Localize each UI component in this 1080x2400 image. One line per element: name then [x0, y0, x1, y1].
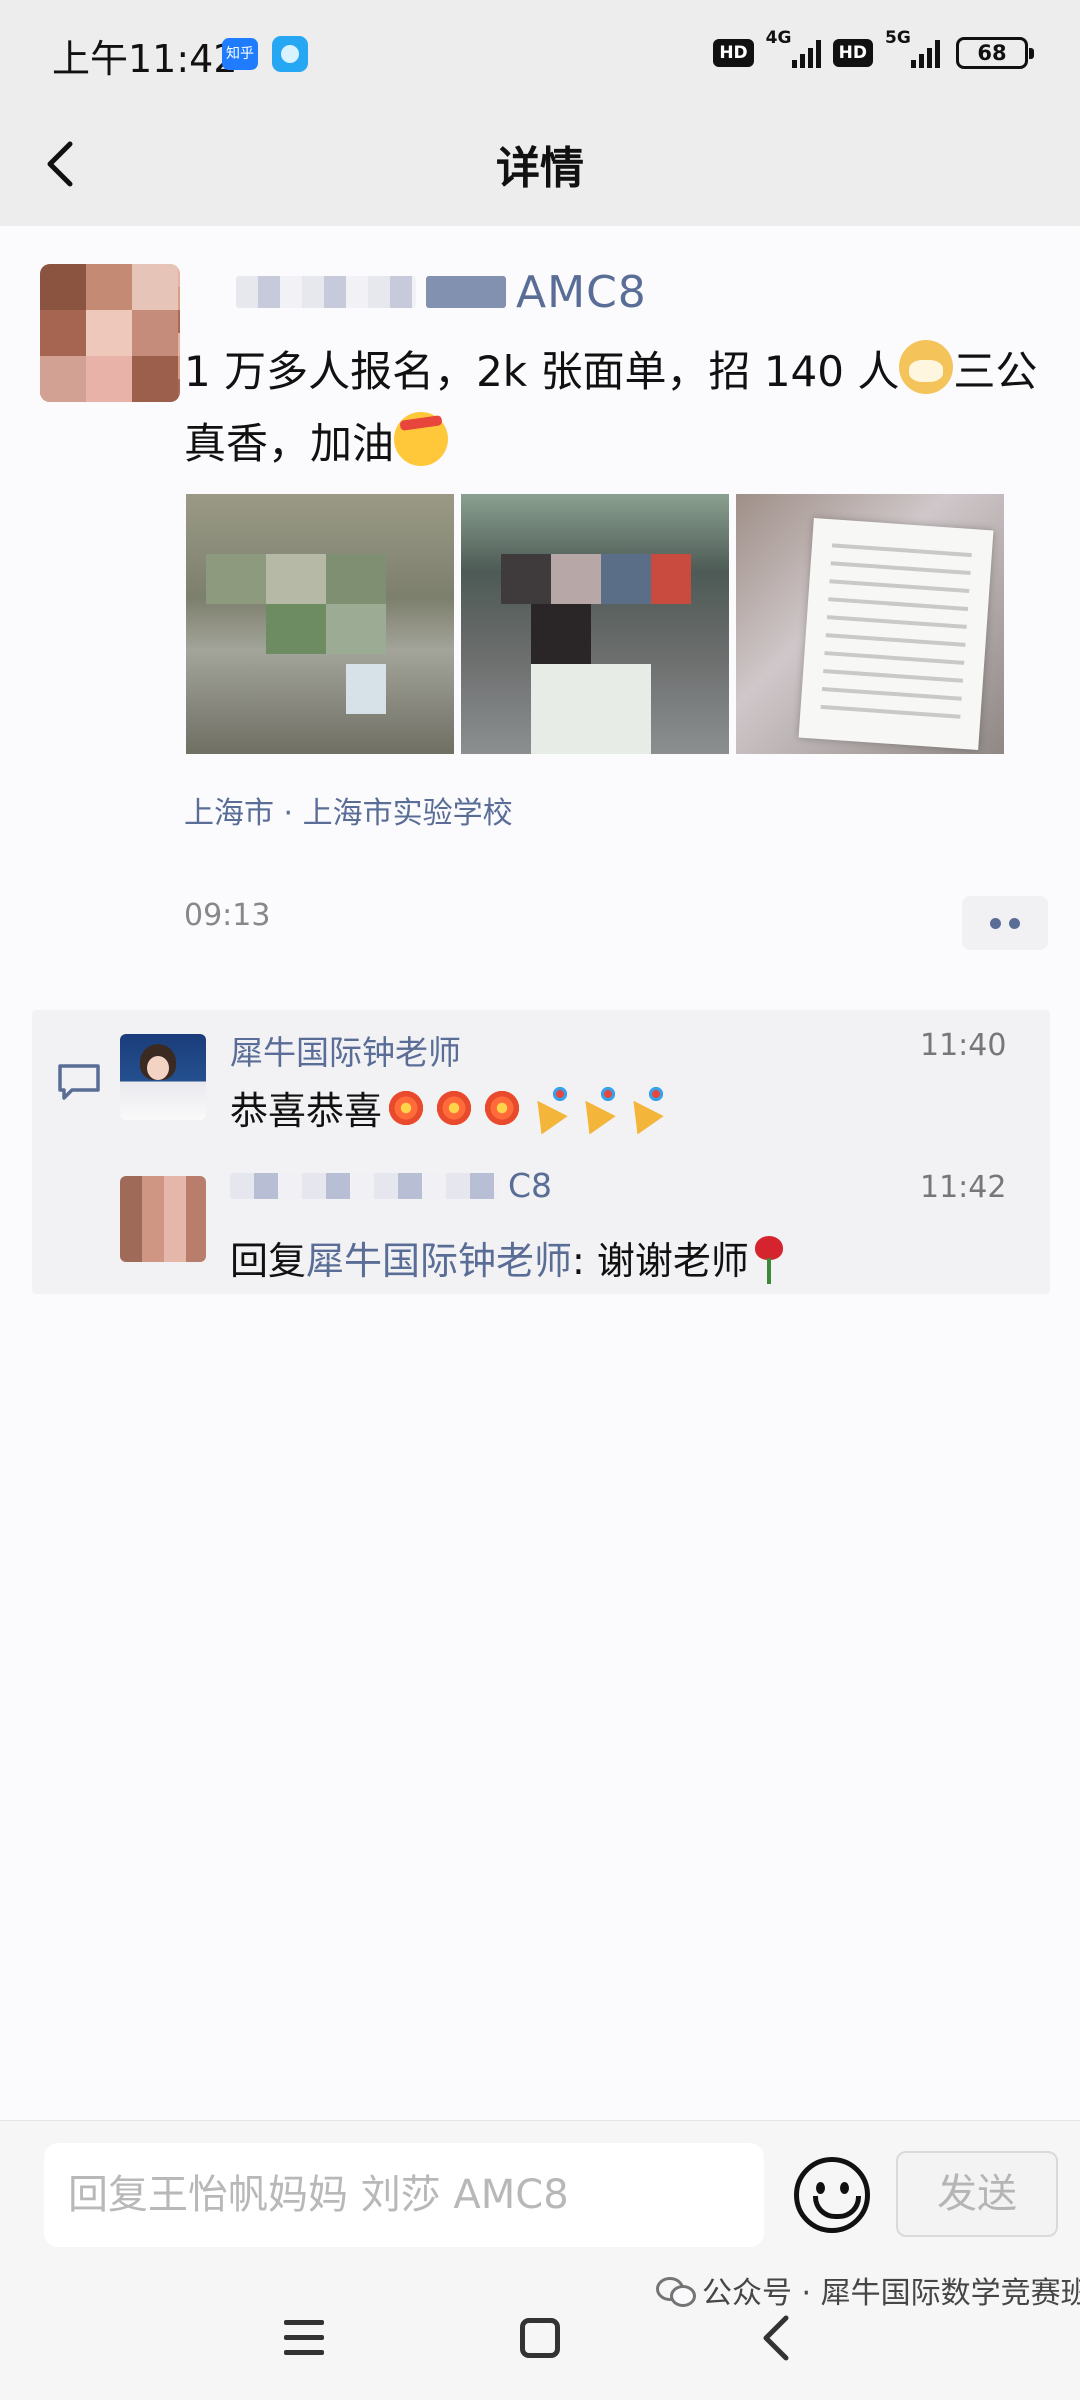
- party-popper-emoji-icon: [526, 1084, 574, 1132]
- post-photo-2[interactable]: [461, 494, 729, 754]
- comment-item[interactable]: 犀牛国际钟老师 11:40 恭喜恭喜: [32, 1010, 1050, 1150]
- reply-input[interactable]: [44, 2143, 764, 2247]
- watermark: 公众号 · 犀牛国际数学竞赛班: [656, 2268, 1080, 2312]
- post-time: 09:13: [184, 898, 271, 933]
- post-photo-3[interactable]: [736, 494, 1004, 754]
- fireworks-emoji-icon: [430, 1084, 478, 1132]
- zhihu-app-icon: 知乎: [222, 38, 258, 70]
- shushing-face-emoji-icon: [394, 412, 449, 466]
- document-paper: [798, 517, 994, 751]
- author-name[interactable]: AMC8: [236, 262, 647, 322]
- signal-icon-1: 4G: [766, 28, 821, 68]
- redacted-name: [230, 1172, 500, 1199]
- comment-text-body: 恭喜恭喜: [230, 1089, 383, 1133]
- network-type-2: 5G: [885, 28, 911, 48]
- rose-emoji-icon: [749, 1234, 789, 1284]
- dot-icon: [1009, 917, 1020, 929]
- comment-item[interactable]: C8 11:42 回复犀牛国际钟老师: 谢谢老师: [32, 1152, 1050, 1292]
- home-icon[interactable]: [520, 2318, 560, 2358]
- app-notification-icon: [272, 36, 308, 72]
- recent-apps-icon[interactable]: [284, 2320, 324, 2356]
- dot-icon: [990, 917, 1001, 929]
- reply-prefix: 回复: [230, 1239, 307, 1283]
- author-avatar[interactable]: [40, 264, 180, 402]
- network-type-1: 4G: [765, 28, 792, 48]
- comment-text-body: : 谢谢老师: [572, 1239, 749, 1283]
- nav-back-icon[interactable]: [758, 2314, 798, 2362]
- send-button[interactable]: 发送: [896, 2151, 1058, 2237]
- battery-icon: 68: [956, 37, 1034, 69]
- author-name-suffix: AMC8: [516, 266, 647, 318]
- commenter-avatar[interactable]: [120, 1176, 206, 1262]
- reply-bar: 发送: [0, 2120, 1080, 2286]
- page-header: 详情: [0, 106, 1080, 226]
- redacted-name-2: [426, 276, 506, 308]
- commenter-name-suffix: C8: [508, 1166, 553, 1205]
- commenter-avatar[interactable]: [120, 1034, 206, 1120]
- hd-badge-1: HD: [713, 39, 754, 67]
- post-photos: [186, 494, 1004, 754]
- doge-emoji-icon: [899, 340, 954, 394]
- status-indicators: HD 4G HD 5G 68: [713, 28, 1034, 76]
- comment-time: 11:42: [920, 1170, 1007, 1205]
- watermark-text: 公众号 · 犀牛国际数学竞赛班: [702, 2276, 1080, 2311]
- wechat-icon: [656, 2275, 696, 2307]
- comment-time: 11:40: [920, 1028, 1007, 1063]
- fireworks-emoji-icon: [382, 1084, 430, 1132]
- commenter-name[interactable]: 犀牛国际钟老师: [230, 1026, 461, 1074]
- signal-icon-2: 5G: [885, 28, 940, 68]
- hd-badge-2: HD: [832, 39, 873, 67]
- status-time: 上午11:42: [52, 37, 238, 81]
- more-actions-button[interactable]: [962, 896, 1048, 950]
- post-text-part1: 1 万多人报名，2k 张面单，招 140 人: [184, 347, 900, 396]
- comment-text: 回复犀牛国际钟老师: 谢谢老师: [230, 1230, 789, 1285]
- fireworks-emoji-icon: [478, 1084, 526, 1132]
- comment-text: 恭喜恭喜: [230, 1080, 670, 1135]
- comments-section: 犀牛国际钟老师 11:40 恭喜恭喜 C8 11:42 回复犀牛国际钟老师: 谢…: [32, 1010, 1050, 1294]
- party-popper-emoji-icon: [622, 1084, 670, 1132]
- status-bar: 上午11:42 知乎 HD 4G HD 5G 68: [0, 0, 1080, 106]
- reply-target-link[interactable]: 犀牛国际钟老师: [306, 1239, 572, 1283]
- post-text: 1 万多人报名，2k 张面单，招 140 人三公真香，加油: [184, 336, 1044, 480]
- commenter-name[interactable]: C8: [230, 1166, 552, 1205]
- post-location[interactable]: 上海市 · 上海市实验学校: [184, 788, 513, 832]
- page-title: 详情: [496, 143, 584, 194]
- emoji-picker-icon[interactable]: [794, 2157, 870, 2233]
- post-photo-1[interactable]: [186, 494, 454, 754]
- party-popper-emoji-icon: [574, 1084, 622, 1132]
- redacted-name: [236, 276, 416, 308]
